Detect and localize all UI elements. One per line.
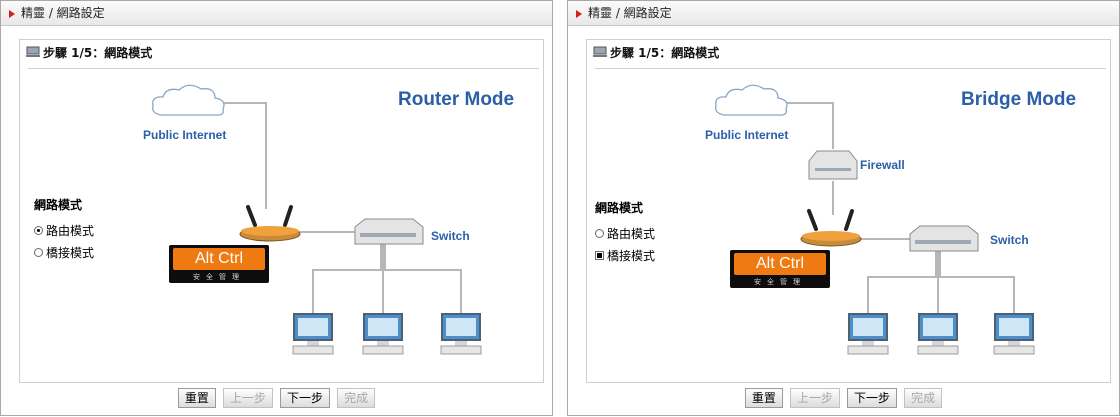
finish-button[interactable]: 完成 — [904, 388, 943, 408]
switch-label: Switch — [990, 233, 1029, 247]
previous-button[interactable]: 上一步 — [789, 388, 840, 408]
switch-icon — [909, 225, 979, 252]
radio-checked-icon[interactable] — [595, 250, 604, 260]
finish-button[interactable]: 完成 — [337, 388, 376, 408]
computer-icon — [847, 313, 889, 355]
network-mode-group: 網路模式 路由模式 橋接模式 — [34, 196, 94, 263]
network-mode-title: 網路模式 — [595, 201, 644, 215]
previous-button[interactable]: 上一步 — [222, 388, 273, 408]
radio-bridge-mode[interactable]: 橋接模式 — [34, 241, 94, 263]
switch-icon — [354, 218, 424, 245]
radio-router-mode[interactable]: 路由模式 — [595, 222, 655, 244]
computer-icon — [993, 313, 1035, 355]
bridge-mode-panel: 精靈 / 網路設定 步驟 1/5：網路模式 Bridge Mode Public… — [567, 0, 1120, 416]
altctrl-logo: Alt Ctrl 安全管理 — [730, 250, 830, 288]
firewall-icon — [808, 150, 858, 180]
computer-icon — [292, 313, 334, 355]
computer-icon — [440, 313, 482, 355]
mode-title: Router Mode — [398, 89, 515, 110]
connection-lines — [191, 102, 462, 318]
internet-label: Public Internet — [705, 128, 789, 142]
switch-label: Switch — [431, 229, 470, 243]
radio-unchecked-icon[interactable] — [34, 247, 43, 257]
firewall-label: Firewall — [860, 158, 905, 172]
button-bar: 重置 上一步 下一步 完成 — [568, 388, 1119, 408]
next-button[interactable]: 下一步 — [280, 388, 331, 408]
network-mode-title: 網路模式 — [34, 198, 83, 212]
button-bar: 重置 上一步 下一步 完成 — [1, 388, 552, 408]
computer-icon — [362, 313, 404, 355]
computer-icon — [917, 313, 959, 355]
cloud-icon — [715, 84, 788, 116]
next-button[interactable]: 下一步 — [847, 388, 898, 408]
radio-unchecked-icon[interactable] — [595, 228, 604, 238]
network-mode-group: 網路模式 路由模式 橋接模式 — [595, 199, 655, 266]
reset-button[interactable]: 重置 — [177, 388, 216, 408]
router-mode-panel: 精靈 / 網路設定 步驟 1/5：網路模式 Router Mode Public… — [0, 0, 553, 416]
router-icon — [239, 205, 301, 242]
cloud-icon — [152, 84, 225, 116]
radio-checked-icon[interactable] — [34, 225, 43, 235]
radio-bridge-mode[interactable]: 橋接模式 — [595, 244, 655, 266]
reset-button[interactable]: 重置 — [744, 388, 783, 408]
router-icon — [800, 209, 862, 247]
mode-title: Bridge Mode — [961, 89, 1077, 110]
radio-router-mode[interactable]: 路由模式 — [34, 219, 94, 241]
altctrl-logo: Alt Ctrl 安全管理 — [169, 245, 269, 283]
internet-label: Public Internet — [143, 128, 227, 142]
